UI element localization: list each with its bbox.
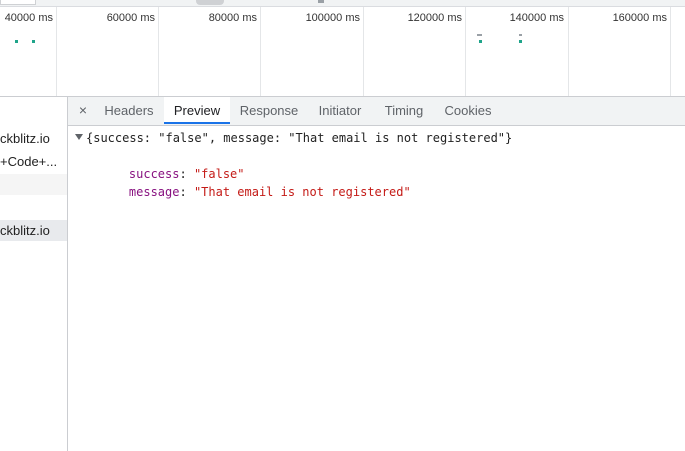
timeline-gridline	[363, 7, 364, 96]
tab-response[interactable]: Response	[232, 97, 306, 124]
timeline-overview[interactable]: 40000 ms 60000 ms 80000 ms 100000 ms 120…	[0, 0, 685, 97]
json-key: message	[128, 185, 180, 199]
timeline-gridline	[465, 7, 466, 96]
overview-marker	[318, 0, 324, 3]
detail-tabbar: × Headers Preview Response Initiator Tim…	[68, 97, 685, 126]
expand-triangle-icon[interactable]	[75, 134, 83, 140]
timeline-tick: 40000 ms	[4, 12, 53, 24]
timeline-request-mark	[477, 34, 482, 36]
request-name: +Code+...	[0, 154, 58, 169]
overview-drag-handle[interactable]	[196, 0, 224, 5]
timeline-gridline	[158, 7, 159, 96]
request-row[interactable]: +Code+...	[0, 151, 67, 172]
timeline-gridline	[568, 7, 569, 96]
preview-panel: {success: "false", message: "That email …	[68, 126, 685, 451]
timeline-tick: 80000 ms	[208, 12, 257, 24]
timeline-request-mark	[519, 34, 522, 36]
timeline-request-mark	[519, 40, 522, 43]
request-row-selected[interactable]: ckblitz.io	[0, 220, 67, 241]
timeline-gridline	[260, 7, 261, 96]
request-row[interactable]	[0, 174, 67, 195]
timeline-tick: 100000 ms	[305, 12, 360, 24]
request-list: ckblitz.io +Code+... ckblitz.io	[0, 97, 68, 451]
json-value: "That email is not registered"	[193, 185, 411, 199]
request-row[interactable]: ckblitz.io	[0, 128, 67, 149]
timeline-request-mark	[32, 40, 35, 43]
timeline-tick: 120000 ms	[407, 12, 462, 24]
timeline-gridline	[670, 7, 671, 96]
timeline-tick: 160000 ms	[612, 12, 667, 24]
tab-preview[interactable]: Preview	[164, 97, 230, 124]
request-row[interactable]	[0, 197, 67, 218]
tab-cookies[interactable]: Cookies	[436, 97, 500, 124]
request-name: ckblitz.io	[0, 223, 50, 238]
request-name: ckblitz.io	[0, 131, 50, 146]
tab-headers[interactable]: Headers	[96, 97, 162, 124]
json-summary[interactable]: {success: "false", message: "That email …	[86, 129, 512, 147]
json-field-message: message: "That email is not registered"	[100, 165, 411, 219]
json-separator: :	[179, 185, 194, 199]
tab-initiator[interactable]: Initiator	[308, 97, 372, 124]
overview-left-handle[interactable]	[0, 0, 36, 5]
tab-timing[interactable]: Timing	[374, 97, 434, 124]
timeline-tick: 60000 ms	[106, 12, 155, 24]
timeline-request-mark	[479, 40, 482, 43]
timeline-tick: 140000 ms	[509, 12, 564, 24]
timeline-request-mark	[15, 40, 18, 43]
timeline-gridline	[56, 7, 57, 96]
overview-scrollbar[interactable]	[0, 0, 685, 7]
close-icon[interactable]: ×	[74, 101, 92, 119]
